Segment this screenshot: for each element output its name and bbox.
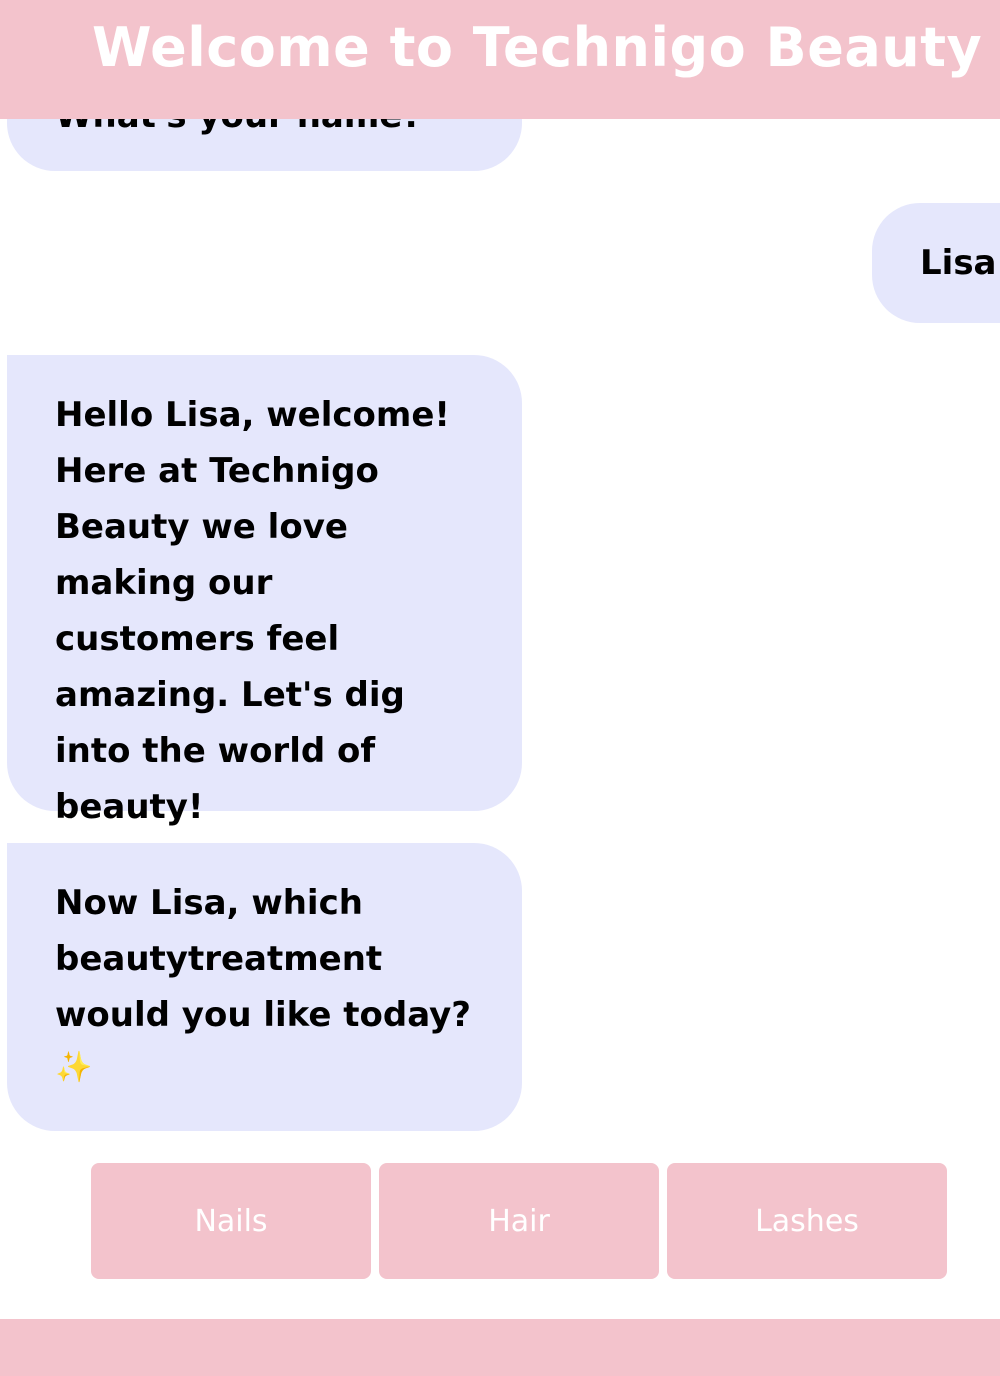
chat-app: What's your name? Lisa Hello Lisa, welco…: [0, 0, 1000, 1376]
bot-message-question: Now Lisa, which beautytreatment would yo…: [7, 843, 522, 1131]
user-message-text: Lisa: [920, 243, 997, 283]
sparkles-icon: ✨: [55, 1050, 93, 1085]
page-title: Welcome to Technigo Beauty: [92, 16, 983, 79]
treatment-options: Nails Hair Lashes: [91, 1163, 947, 1279]
bot-message-text: Hello Lisa, welcome! Here at Technigo Be…: [55, 395, 450, 827]
nails-button[interactable]: Nails: [91, 1163, 371, 1279]
user-message: Lisa: [872, 203, 1000, 323]
bot-message-welcome: Hello Lisa, welcome! Here at Technigo Be…: [7, 355, 522, 827]
hair-button[interactable]: Hair: [379, 1163, 659, 1279]
header-bar: Welcome to Technigo Beauty: [0, 0, 1000, 119]
lashes-button[interactable]: Lashes: [667, 1163, 947, 1279]
bot-message-text: Now Lisa, which beautytreatment would yo…: [55, 883, 472, 1035]
chat-container: What's your name? Lisa Hello Lisa, welco…: [0, 0, 1000, 1376]
footer-bar: [0, 1319, 1000, 1376]
